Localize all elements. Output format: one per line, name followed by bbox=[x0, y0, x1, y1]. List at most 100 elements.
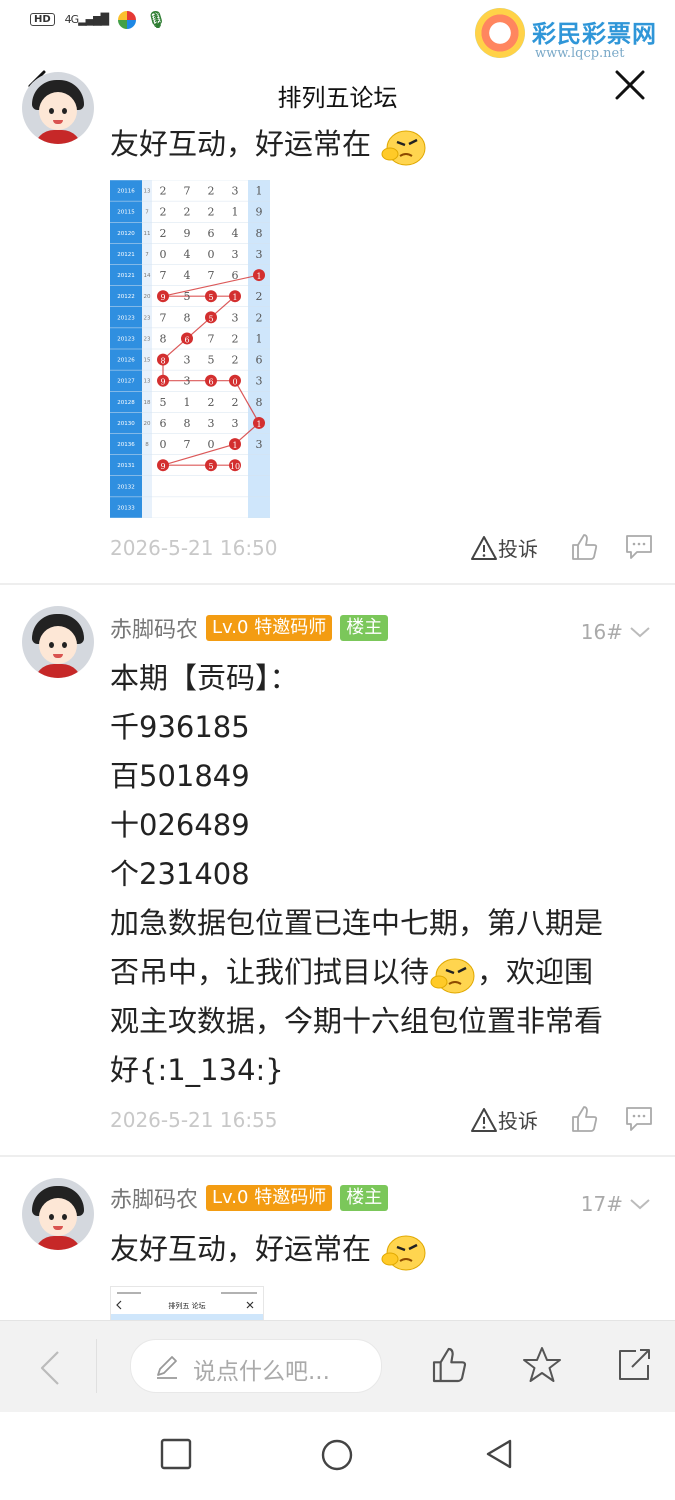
comment-icon[interactable] bbox=[624, 1105, 654, 1133]
app-notification-icon bbox=[118, 10, 137, 29]
digit-cell: 3 bbox=[232, 185, 239, 198]
thumbs-up-icon[interactable] bbox=[430, 1345, 470, 1385]
triangle-nav-icon[interactable] bbox=[484, 1438, 514, 1470]
author-name[interactable]: 赤脚码农 bbox=[110, 612, 198, 644]
bottom-action-bar: 说点什么吧... bbox=[0, 1320, 675, 1413]
comment-placeholder: 说点什么吧... bbox=[193, 1359, 330, 1385]
digit-cell: 1 bbox=[256, 332, 263, 345]
digit-cell: 3 bbox=[256, 375, 263, 388]
close-icon[interactable] bbox=[613, 68, 647, 102]
floor-number[interactable]: 17# bbox=[581, 1192, 651, 1216]
post-text: 友好互动，好运常在 bbox=[110, 1225, 428, 1274]
digit-cell: 4 bbox=[184, 248, 191, 261]
sum-label: 23 bbox=[144, 336, 151, 342]
watermark-title: 彩民彩票网 bbox=[532, 20, 657, 48]
emoji-icon bbox=[381, 1235, 426, 1271]
sum-label: 8 bbox=[145, 442, 149, 448]
thumbs-up-icon[interactable] bbox=[570, 1104, 600, 1134]
screenshot-thumbnail[interactable]: 排列五 论坛 bbox=[110, 1286, 264, 1322]
floor-number[interactable]: 16# bbox=[581, 620, 651, 644]
signal-icon: 4G▂▄▆█ bbox=[64, 13, 109, 26]
digit-cell: 2 bbox=[208, 206, 215, 219]
previous-icon[interactable] bbox=[38, 1349, 62, 1387]
digit-cell: 9 bbox=[160, 462, 165, 471]
comment-icon[interactable] bbox=[624, 533, 654, 561]
post-author-row: 赤脚码农 Lv.0 特邀码师 楼主 bbox=[110, 1182, 389, 1214]
thumbs-up-icon[interactable] bbox=[570, 532, 600, 562]
status-left: HD 4G▂▄▆█ 🎙 bbox=[30, 10, 166, 29]
digit-cell: 3 bbox=[208, 417, 215, 430]
digit-cell: 5 bbox=[160, 396, 167, 409]
period-label: 20123 bbox=[117, 336, 135, 342]
avatar[interactable] bbox=[22, 72, 94, 144]
digit-cell: 2 bbox=[256, 311, 263, 324]
digit-cell: 1 bbox=[184, 396, 191, 409]
trend-chart-image[interactable]: 20116 13 2 7 2 3 120115 7 2 2 2 1 920120 11 2 9 6 4 820121… bbox=[110, 180, 270, 518]
digit-cell: 2 bbox=[232, 396, 239, 409]
period-label: 20132 bbox=[117, 484, 135, 490]
comment-input[interactable]: 说点什么吧... bbox=[130, 1339, 382, 1393]
sum-label: 13 bbox=[144, 379, 151, 385]
pencil-icon bbox=[157, 1356, 177, 1379]
period-label: 20123 bbox=[117, 315, 135, 321]
circle-nav-icon[interactable] bbox=[320, 1438, 354, 1472]
emoji-icon bbox=[381, 130, 426, 166]
digit-cell: 0 bbox=[208, 248, 215, 261]
author-name[interactable]: 赤脚码农 bbox=[110, 1182, 198, 1214]
digit-cell: 0 bbox=[208, 438, 215, 451]
digit-cell: 0 bbox=[160, 438, 167, 451]
report-label: 投诉 bbox=[498, 1109, 538, 1133]
hd-badge: HD bbox=[30, 13, 55, 26]
post-timestamp: 2026-5-21 16:55 bbox=[110, 1108, 278, 1132]
period-label: 20121 bbox=[117, 273, 135, 279]
warning-icon bbox=[471, 1107, 497, 1132]
digit-cell: 2 bbox=[160, 206, 167, 219]
sum-label: 18 bbox=[144, 400, 151, 406]
report-button[interactable]: 投诉 bbox=[470, 533, 538, 562]
digit-cell: 2 bbox=[256, 290, 263, 303]
digit-cell: 8 bbox=[256, 227, 263, 240]
period-label: 20128 bbox=[117, 400, 135, 406]
period-label: 20131 bbox=[117, 463, 135, 469]
digit-cell: 0 bbox=[160, 248, 167, 261]
digit-cell: 1 bbox=[232, 441, 237, 450]
content-line: 百501849 bbox=[110, 759, 250, 793]
avatar[interactable] bbox=[22, 1178, 94, 1250]
share-icon[interactable] bbox=[614, 1345, 654, 1385]
digit-cell: 10 bbox=[230, 462, 240, 471]
digit-cell: 4 bbox=[184, 269, 191, 282]
post-author-row: 赤脚码农 Lv.0 特邀码师 楼主 bbox=[110, 612, 389, 644]
digit-cell: 8 bbox=[184, 417, 191, 430]
digit-cell: 5 bbox=[208, 462, 213, 471]
sum-label: 20 bbox=[144, 294, 151, 300]
thumbnail-preview: 排列五 论坛 bbox=[111, 1287, 263, 1321]
sum-label: 20 bbox=[144, 421, 151, 427]
sum-label: 7 bbox=[145, 252, 149, 258]
avatar[interactable] bbox=[22, 606, 94, 678]
page-title: 排列五论坛 bbox=[277, 84, 398, 112]
digit-cell: 2 bbox=[160, 185, 167, 198]
digit-cell: 7 bbox=[184, 185, 191, 198]
digit-cell: 6 bbox=[160, 417, 167, 430]
sum-label: 23 bbox=[144, 315, 151, 321]
level-badge: Lv.0 特邀码师 bbox=[206, 615, 333, 641]
report-button[interactable]: 投诉 bbox=[470, 1105, 538, 1134]
content-line: 十026489 bbox=[110, 808, 250, 842]
content-line: 加急数据包位置已连中七期，第八期是 bbox=[110, 906, 604, 940]
digit-cell: 8 bbox=[256, 396, 263, 409]
digit-cell: 9 bbox=[160, 378, 165, 387]
star-icon[interactable] bbox=[522, 1345, 562, 1385]
digit-cell: 6 bbox=[256, 354, 263, 367]
digit-cell: 2 bbox=[160, 227, 167, 240]
content-line: 本期【贡码】： bbox=[110, 661, 299, 695]
content-line: 千936185 bbox=[110, 710, 250, 744]
post-timestamp: 2026-5-21 16:50 bbox=[110, 536, 278, 560]
period-label: 20136 bbox=[117, 442, 135, 448]
digit-cell: 6 bbox=[208, 227, 215, 240]
period-label: 20116 bbox=[117, 189, 135, 195]
digit-cell: 2 bbox=[208, 396, 215, 409]
square-nav-icon[interactable] bbox=[160, 1438, 192, 1470]
digit-cell: 3 bbox=[184, 375, 191, 388]
digit-cell: 7 bbox=[208, 332, 215, 345]
digit-cell: 2 bbox=[232, 332, 239, 345]
